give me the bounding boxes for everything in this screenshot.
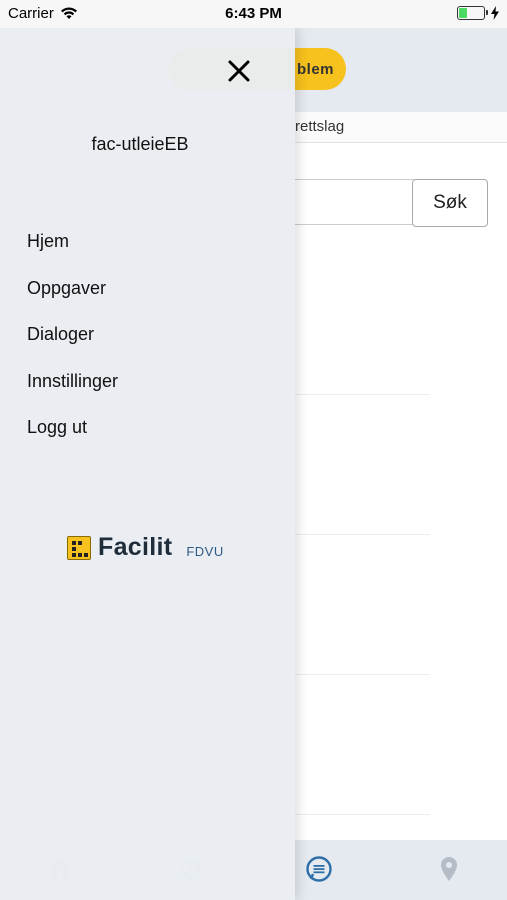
battery-icon xyxy=(457,6,488,20)
logo-mark-icon xyxy=(67,535,91,560)
menu-item-dialoger[interactable]: Dialoger xyxy=(27,319,118,366)
search-button-label: Søk xyxy=(433,192,467,213)
section-bar-label: rettslag xyxy=(295,118,345,135)
drawer-menu: Hjem Oppgaver Dialoger Innstillinger Log… xyxy=(27,226,118,459)
logo-name: Facilit xyxy=(98,533,173,561)
chat-icon[interactable] xyxy=(304,854,334,884)
status-right xyxy=(457,6,499,20)
username-label: fac-utleieEB xyxy=(91,134,189,154)
logo-subtitle: FDVU xyxy=(186,544,224,559)
side-drawer: fac-utleieEB Hjem Oppgaver Dialoger Inns… xyxy=(0,28,295,900)
facilit-logo: Facilit FDVU xyxy=(67,533,224,562)
clock: 6:43 PM xyxy=(225,5,282,22)
search-button[interactable]: Søk xyxy=(412,179,488,227)
report-problem-label: blem xyxy=(296,60,334,78)
menu-item-logg-ut[interactable]: Logg ut xyxy=(27,412,118,459)
menu-item-hjem[interactable]: Hjem xyxy=(27,226,118,273)
menu-item-oppgaver[interactable]: Oppgaver xyxy=(27,273,118,320)
location-pin-icon[interactable] xyxy=(434,854,464,884)
menu-item-innstillinger[interactable]: Innstillinger xyxy=(27,366,118,413)
status-bar: Carrier 6:43 PM xyxy=(0,0,507,28)
charging-bolt-icon xyxy=(491,6,499,20)
close-icon[interactable] xyxy=(226,58,252,84)
